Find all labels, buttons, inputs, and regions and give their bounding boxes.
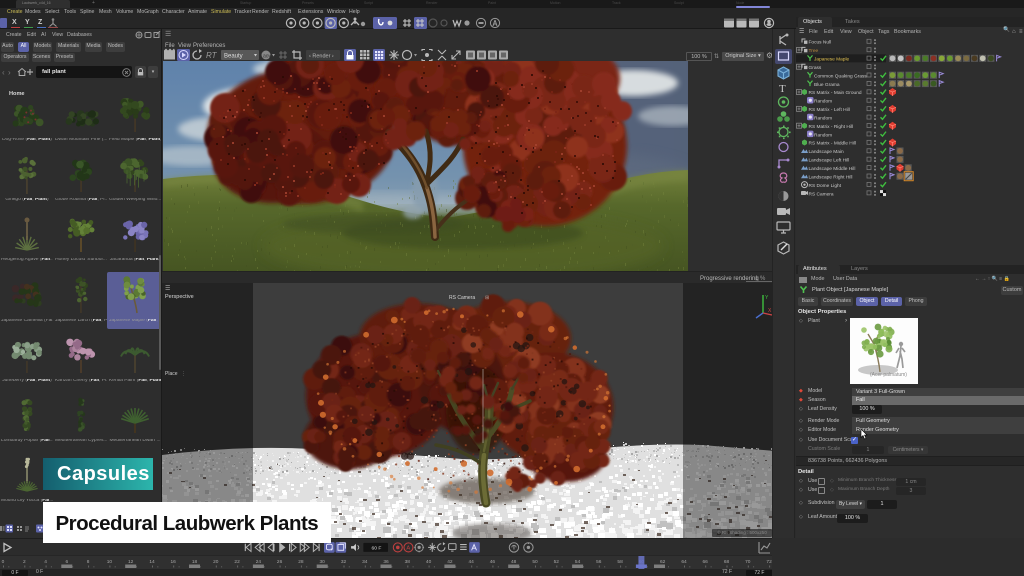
- svg-text:‹ Render ›: ‹ Render ›: [309, 54, 334, 60]
- svg-text:Landscape Main: Landscape Main: [809, 149, 845, 155]
- svg-text:52: 52: [554, 559, 560, 565]
- svg-text:58: 58: [617, 559, 623, 565]
- svg-text:44: 44: [469, 559, 475, 565]
- svg-text:50: 50: [532, 559, 538, 565]
- svg-text:42: 42: [447, 559, 453, 565]
- svg-text:26: 26: [277, 559, 283, 565]
- svg-text:38: 38: [405, 559, 411, 565]
- svg-text:Random: Random: [814, 115, 832, 121]
- svg-text:Landscape Left Hill: Landscape Left Hill: [809, 158, 850, 164]
- svg-text:40: 40: [426, 559, 432, 565]
- svg-text:20: 20: [213, 559, 219, 565]
- svg-text:A: A: [406, 545, 410, 551]
- svg-text:Japanese Maple: Japanese Maple: [814, 57, 850, 63]
- svg-text:32: 32: [341, 559, 347, 565]
- svg-text:Y: Y: [765, 295, 769, 301]
- svg-text:4: 4: [44, 559, 47, 565]
- svg-text:Beauty: Beauty: [224, 54, 243, 60]
- svg-text:RS Matrix - Middle Hill: RS Matrix - Middle Hill: [809, 141, 856, 147]
- svg-text:Focus Null: Focus Null: [809, 40, 832, 46]
- svg-text:34: 34: [362, 559, 368, 565]
- svg-text:64: 64: [681, 559, 687, 565]
- svg-text:14: 14: [149, 559, 155, 565]
- svg-text:aov: aov: [263, 54, 272, 60]
- svg-text:10: 10: [107, 559, 113, 565]
- svg-text:68: 68: [724, 559, 730, 565]
- svg-text:(Acer palmatum): (Acer palmatum): [870, 372, 907, 378]
- svg-text:36: 36: [383, 559, 389, 565]
- svg-text:Random: Random: [814, 132, 832, 138]
- svg-text:RS Matrix - Main Ground: RS Matrix - Main Ground: [809, 90, 862, 96]
- svg-text:30: 30: [320, 559, 326, 565]
- svg-text:46: 46: [490, 559, 496, 565]
- svg-text:Landscape Right Hill: Landscape Right Hill: [809, 174, 853, 180]
- svg-text:24: 24: [256, 559, 262, 565]
- svg-text:RS Matrix - Left Hill: RS Matrix - Left Hill: [809, 107, 850, 113]
- svg-text:60 F: 60 F: [372, 545, 382, 551]
- svg-text:6: 6: [65, 559, 68, 565]
- svg-text:RS Matrix - Right Hill: RS Matrix - Right Hill: [809, 124, 854, 130]
- svg-text:2: 2: [23, 559, 26, 565]
- svg-text:Random: Random: [814, 99, 832, 105]
- svg-text:8: 8: [87, 559, 90, 565]
- svg-text:Blue Grama: Blue Grama: [814, 82, 840, 88]
- svg-text:RT: RT: [206, 51, 218, 60]
- svg-text:18: 18: [192, 559, 198, 565]
- svg-text:48: 48: [511, 559, 517, 565]
- svg-text:T: T: [779, 83, 786, 95]
- svg-text:Common Quaking Grass: Common Quaking Grass: [814, 73, 867, 79]
- svg-text:Tree: Tree: [809, 48, 819, 54]
- svg-text:54: 54: [575, 559, 581, 565]
- svg-text:0: 0: [2, 559, 5, 565]
- svg-text:12: 12: [128, 559, 134, 565]
- svg-text:66: 66: [703, 559, 709, 565]
- svg-text:28: 28: [298, 559, 304, 565]
- svg-text:70: 70: [745, 559, 751, 565]
- svg-text:Landscape Middle Hill: Landscape Middle Hill: [809, 166, 856, 172]
- svg-text:RS Dome Light: RS Dome Light: [809, 183, 842, 189]
- svg-text:16: 16: [171, 559, 177, 565]
- svg-text:62: 62: [660, 559, 666, 565]
- svg-text:RS Camera: RS Camera: [809, 191, 834, 197]
- svg-text:56: 56: [596, 559, 602, 565]
- svg-text:Grass: Grass: [809, 65, 822, 71]
- svg-text:22: 22: [234, 559, 240, 565]
